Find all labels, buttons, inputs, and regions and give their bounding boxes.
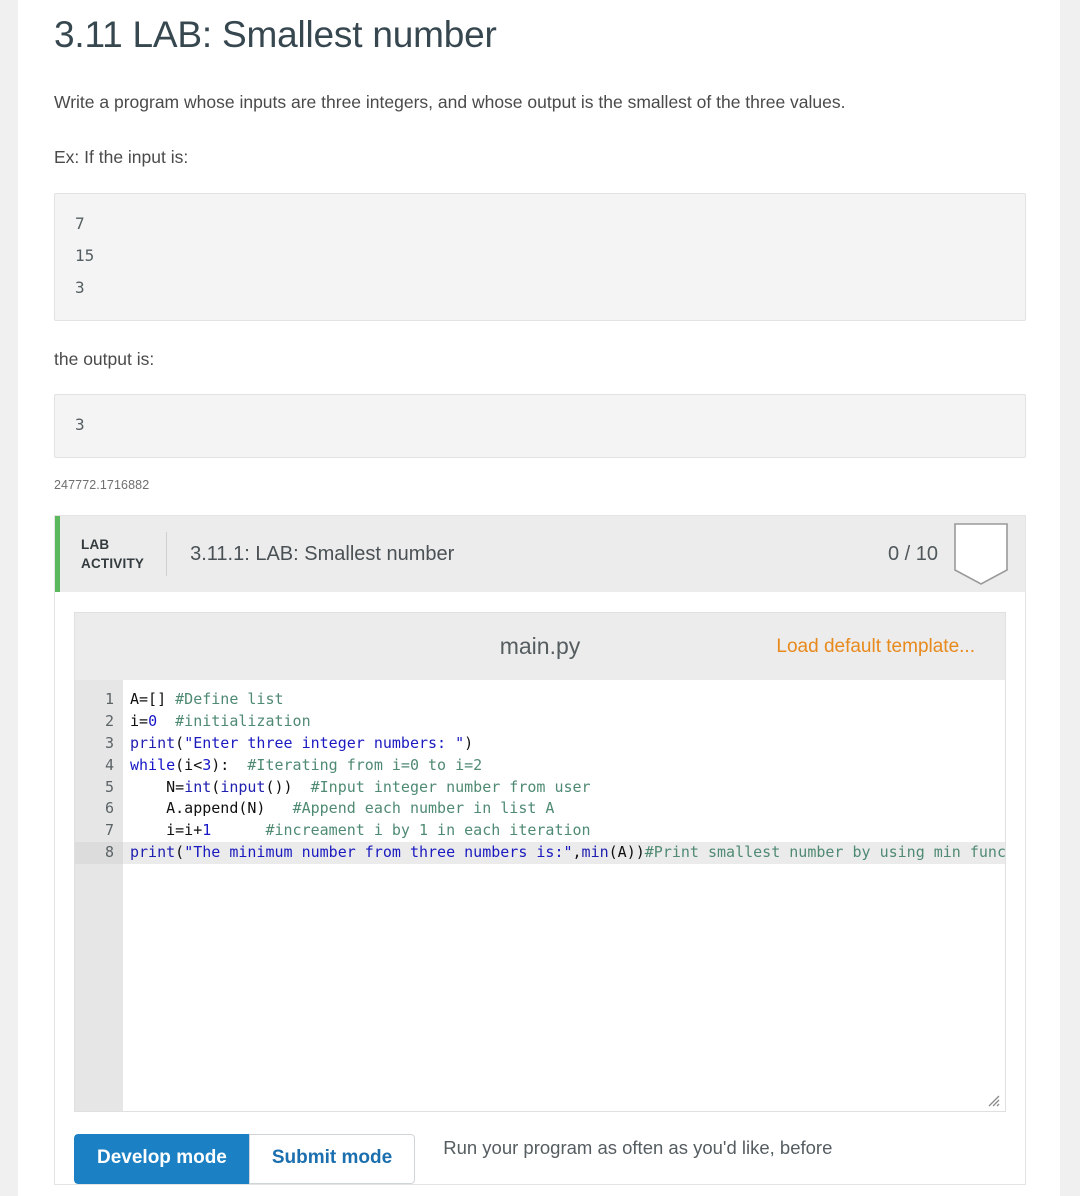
code-token: ( [175, 842, 185, 861]
code-token: while [130, 755, 176, 774]
code-line[interactable]: i=i+1 #increament i by 1 in each iterati… [123, 820, 1005, 842]
code-token: A=[] [130, 690, 176, 709]
code-line[interactable]: while(i<3): #Iterating from i=0 to i=2 [123, 755, 1005, 777]
code-token: min [581, 842, 609, 861]
code-token: 0 [148, 712, 158, 731]
code-token: #Input integer number from user [310, 777, 591, 796]
lab-tag-line2: ACTIVITY [81, 556, 145, 572]
line-number: 7 [104, 821, 114, 840]
line-number-gutter: 1 2 3 4 5 6 78 [75, 680, 123, 1112]
code-token: ()) [265, 777, 311, 796]
code-token: N= [130, 777, 185, 796]
mode-toolbar: Develop mode Submit mode Run your progra… [55, 1112, 1025, 1185]
code-token: ( [175, 734, 185, 752]
output-prompt-label: the output is: [54, 348, 155, 369]
lab-tag-line1: LAB [81, 536, 110, 552]
code-editor[interactable]: 12345678 A=[] #Define list i=0 #initializ… [74, 680, 1006, 1113]
content-canvas: 3.11 LAB: Smallest number Write a progra… [18, 0, 1060, 1196]
line-number: 8 [75, 841, 123, 864]
sample-input-line: 15 [75, 245, 95, 265]
code-token: ( [211, 777, 221, 796]
code-token: 3 [202, 755, 212, 774]
code-token: print [130, 842, 176, 861]
code-token: print [130, 734, 176, 752]
code-token: input [220, 777, 266, 796]
code-token: int [184, 777, 212, 796]
sample-output-line: 3 [75, 415, 85, 435]
code-token: (i< [175, 755, 203, 774]
sample-input-line: 3 [75, 277, 85, 297]
code-editor-wrapper: main.py Load default template... 1 2 3 4 5 6 7… [55, 592, 1025, 1113]
line-number: 6 [104, 799, 114, 818]
resize-grip-icon[interactable] [986, 1093, 1000, 1107]
page-root: 3.11 LAB: Smallest number Write a progra… [0, 0, 1080, 1196]
code-text-area[interactable]: A=[] #Define list i=0 #initialization prin… [123, 680, 1005, 1111]
line-number: 1 [104, 690, 114, 709]
develop-mode-button[interactable]: Develop mode [74, 1134, 249, 1185]
code-token: #Print smallest number by using min func… [644, 842, 1005, 861]
mode-button-group: Develop mode Submit mode [74, 1134, 416, 1185]
code-token: #Iterating from i=0 to i=2 [247, 755, 483, 774]
line-number: 4 [104, 755, 114, 774]
line-number: 2 [104, 712, 114, 731]
lab-activity-tag: LAB ACTIVITY [60, 516, 166, 592]
code-token: i= [130, 712, 149, 731]
code-token: "The minimum number from three numbers i… [184, 842, 573, 861]
code-token: A.append(N) [130, 799, 293, 818]
code-token: #Append each number in list A [292, 799, 555, 818]
code-token: , [572, 842, 582, 861]
code-token: #increament i by 1 in each iteration [265, 821, 591, 840]
code-token: ): [211, 755, 248, 774]
code-line[interactable]: N=int(input()) #Input integer number fro… [123, 777, 1005, 799]
submit-mode-button[interactable]: Submit mode [248, 1134, 416, 1185]
load-default-template-link[interactable]: Load default template... [776, 636, 975, 658]
lab-description: Write a program whose inputs are three i… [54, 92, 846, 113]
lab-activity-title: 3.11.1: LAB: Smallest number [190, 542, 455, 565]
code-token: (A)) [608, 842, 645, 861]
code-line[interactable]: A.append(N) #Append each number in list … [123, 798, 1005, 820]
content-inner: 3.11 LAB: Smallest number Write a progra… [18, 0, 1060, 1186]
code-token: i=i+ [130, 821, 203, 840]
reference-id: 247772.1716882 [54, 478, 150, 493]
editor-toolbar: main.py Load default template... [74, 612, 1006, 681]
code-token: 1 [202, 821, 212, 840]
line-number: 3 [104, 734, 114, 752]
lab-activity-panel: LAB ACTIVITY 3.11.1: LAB: Smallest numbe… [54, 515, 1026, 1186]
sample-input-box: 7 15 3 [54, 192, 1026, 321]
page-title: 3.11 LAB: Smallest number [54, 14, 497, 55]
lab-score: 0 / 10 [887, 542, 938, 565]
input-prompt-label: Ex: If the input is: [54, 146, 189, 167]
line-number: 5 [104, 777, 114, 796]
code-line[interactable]: print("The minimum number from three num… [123, 841, 1005, 864]
code-token: ) [464, 734, 474, 752]
run-program-note: Run your program as often as you'd like,… [443, 1137, 833, 1159]
code-token: "Enter three integer numbers: " [184, 734, 465, 752]
code-line[interactable]: A=[] #Define list [123, 689, 1005, 711]
code-line[interactable]: print("Enter three integer numbers: ") [123, 733, 1005, 755]
sample-input-line: 7 [75, 213, 85, 233]
bookmark-ribbon-icon [954, 523, 1008, 586]
sample-output-box: 3 [54, 394, 1026, 459]
code-token: #Define list [175, 690, 284, 709]
code-token: #initialization [175, 712, 311, 731]
code-line[interactable]: i=0 #initialization [123, 711, 1005, 733]
lab-activity-header: LAB ACTIVITY 3.11.1: LAB: Smallest numbe… [55, 516, 1025, 593]
